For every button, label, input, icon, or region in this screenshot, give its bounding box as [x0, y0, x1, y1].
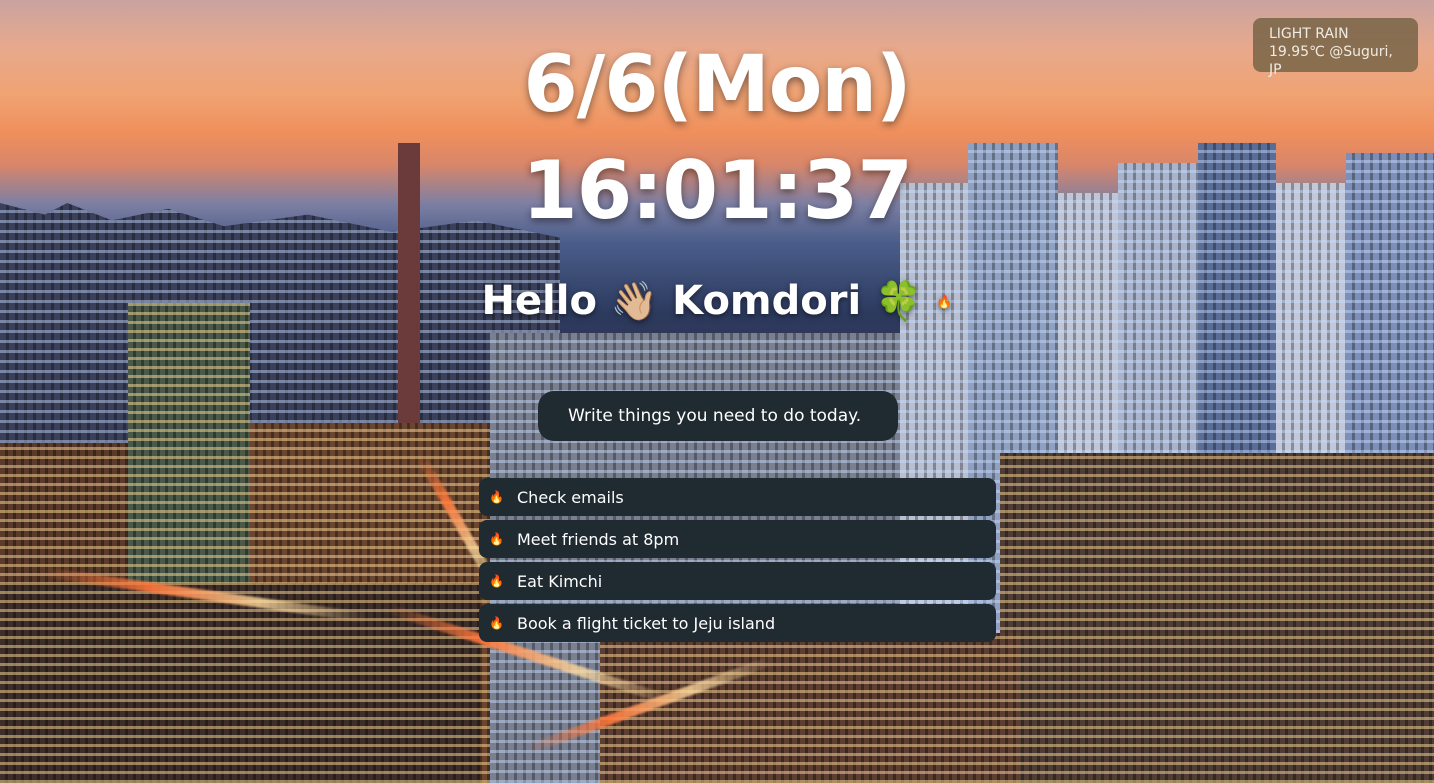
fire-icon: 🔥 — [489, 616, 504, 630]
todo-item-text: Eat Kimchi — [517, 571, 603, 591]
waving-hand-icon: 👋🏼 — [610, 279, 659, 323]
todo-item[interactable]: 🔥 Meet friends at 8pm — [479, 520, 996, 558]
todo-item-text: Check emails — [517, 487, 624, 507]
clover-icon: 🍀 — [875, 279, 923, 323]
todo-item-text: Book a flight ticket to Jeju island — [517, 613, 776, 633]
todo-list: 🔥 Check emails 🔥 Meet friends at 8pm 🔥 E… — [479, 478, 996, 646]
date-display: 6/6(Mon) — [523, 40, 911, 130]
todo-form — [538, 391, 898, 441]
todo-item[interactable]: 🔥 Book a flight ticket to Jeju island — [479, 604, 996, 642]
fire-icon: 🔥 — [489, 532, 504, 546]
fire-icon: 🔥 — [489, 574, 504, 588]
user-name: Komdori — [672, 278, 862, 324]
todo-input[interactable] — [538, 391, 898, 441]
todo-item[interactable]: 🔥 Check emails — [479, 478, 996, 516]
todo-item[interactable]: 🔥 Eat Kimchi — [479, 562, 996, 600]
clock-display: 16:01:37 — [522, 144, 913, 237]
foreground-building — [600, 633, 1020, 783]
fire-icon: 🔥 — [489, 490, 504, 504]
fire-icon: 🔥 — [936, 295, 953, 310]
todo-item-text: Meet friends at 8pm — [517, 529, 680, 549]
greeting-hello: Hello — [481, 278, 597, 324]
greeting: Hello 👋🏼 Komdori 🍀 🔥 — [0, 276, 1434, 328]
foreground-building — [1000, 453, 1434, 783]
